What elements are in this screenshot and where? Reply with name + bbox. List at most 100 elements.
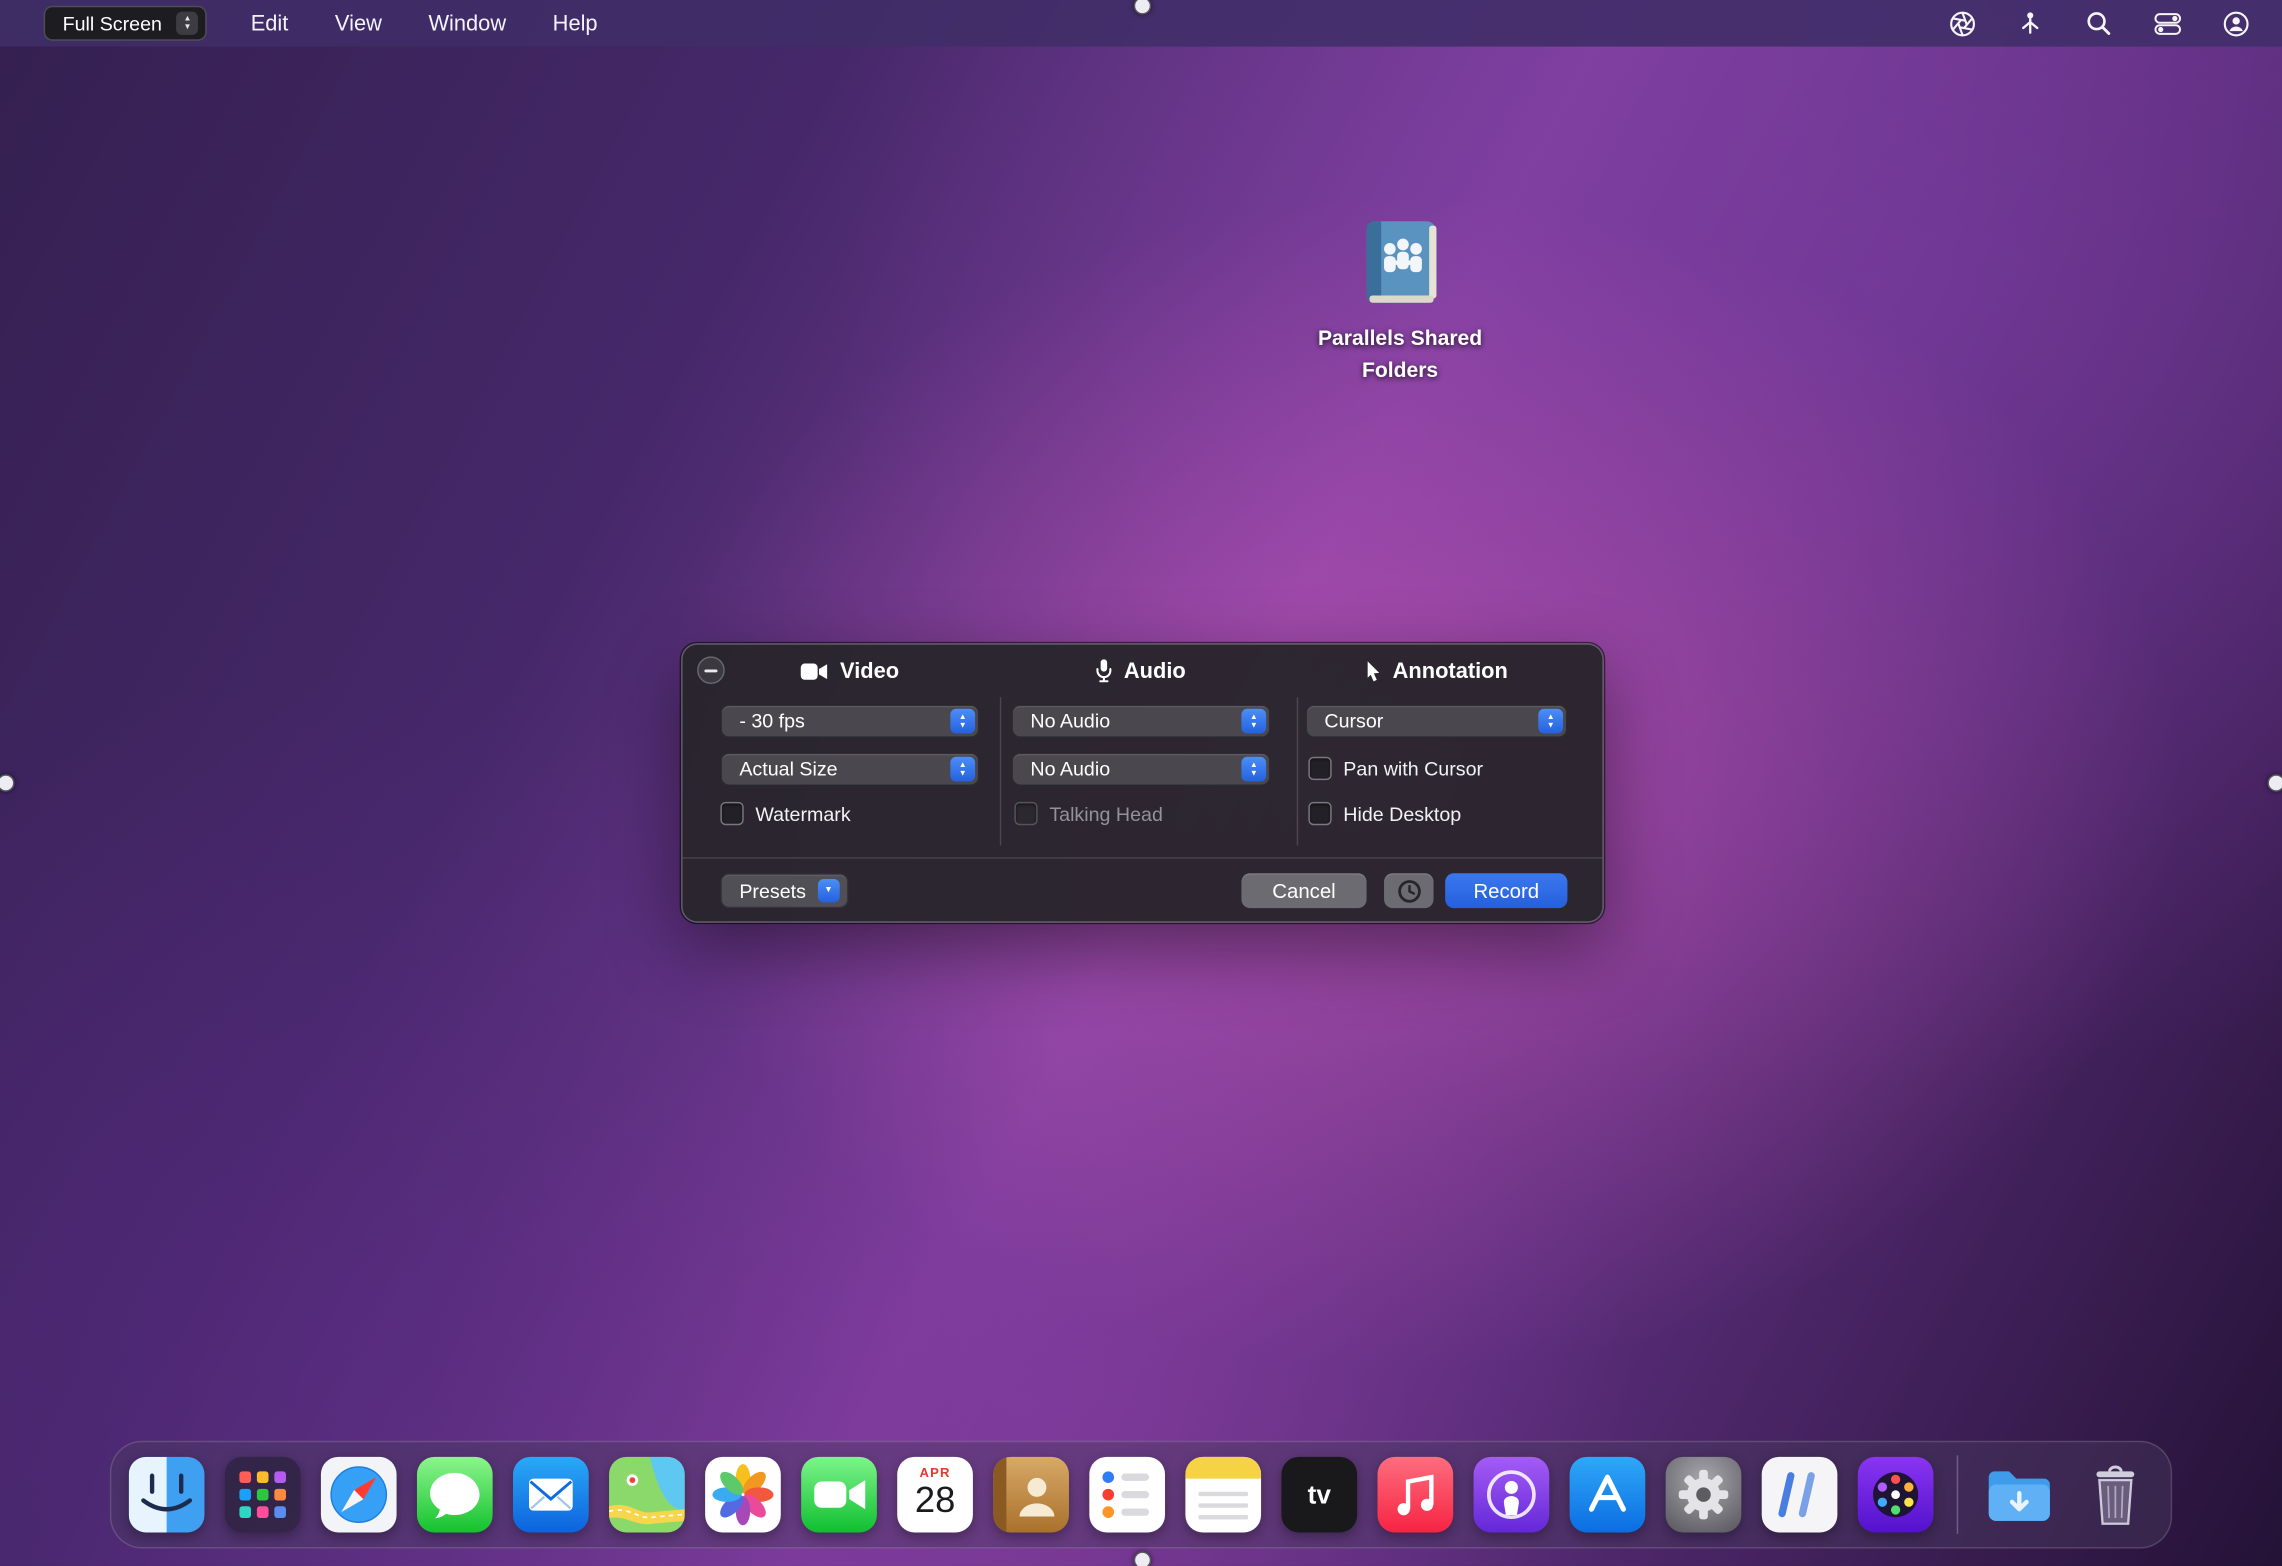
desktop-icon-parallels-shared-folders[interactable]: Parallels Shared Folders <box>1291 212 1509 387</box>
talking-head-checkbox: Talking Head <box>1014 802 1163 825</box>
annotation-cursor-dropdown[interactable]: Cursor <box>1305 704 1567 737</box>
downloads-folder-icon[interactable] <box>1981 1457 2057 1533</box>
audio-input-dropdown[interactable]: No Audio <box>1011 704 1270 737</box>
podcasts-figure <box>1474 1457 1550 1533</box>
hide-desktop-checkbox[interactable]: Hide Desktop <box>1308 802 1461 825</box>
speech-bubble <box>417 1457 493 1533</box>
app-store-icon[interactable] <box>1570 1457 1646 1533</box>
menu-window[interactable]: Window <box>428 11 506 36</box>
minus-icon <box>704 669 717 672</box>
contacts-icon[interactable] <box>993 1457 1069 1533</box>
column-divider <box>1000 697 1001 845</box>
safari-compass <box>321 1457 397 1533</box>
dock-divider <box>1957 1455 1958 1534</box>
stepper-icon <box>177 12 199 35</box>
notes-header-band <box>1185 1457 1261 1479</box>
menu-view[interactable]: View <box>335 11 382 36</box>
cursor-arrow-icon <box>1365 660 1381 682</box>
stepper-icon <box>818 879 840 902</box>
cancel-button[interactable]: Cancel <box>1241 873 1366 908</box>
stepper-icon <box>950 709 975 734</box>
antenna-glyph <box>2017 10 2043 36</box>
reminders-icon[interactable] <box>1089 1457 1165 1533</box>
capture-size-value: Actual Size <box>739 758 837 780</box>
notes-icon[interactable] <box>1185 1457 1261 1533</box>
apple-tv-icon[interactable]: tv <box>1281 1457 1357 1533</box>
fps-value: - 30 fps <box>739 710 805 732</box>
antenna-icon[interactable] <box>2016 9 2045 38</box>
presets-label: Presets <box>739 880 806 902</box>
video-section-title: Video <box>840 659 899 684</box>
region-handle-bottom[interactable] <box>1134 1551 1151 1566</box>
launchpad-grid <box>225 1457 301 1533</box>
safari-icon[interactable] <box>321 1457 397 1533</box>
desktop-wallpaper: Full Screen Edit View Window Help <box>0 0 2282 1566</box>
user-switch-icon[interactable] <box>2221 9 2250 38</box>
capture-size-dropdown[interactable]: Actual Size <box>720 752 979 785</box>
shared-folders-book-icon <box>1349 212 1451 314</box>
music-icon[interactable] <box>1377 1457 1453 1533</box>
record-label: Record <box>1473 879 1539 902</box>
video-camera-icon <box>801 661 829 680</box>
trash-can <box>2078 1457 2154 1533</box>
checkbox-box <box>1308 757 1331 780</box>
record-button[interactable]: Record <box>1445 873 1567 908</box>
region-handle-left[interactable] <box>0 774 15 791</box>
menu-edit[interactable]: Edit <box>251 11 289 36</box>
clock-icon <box>1396 878 1421 903</box>
stepper-icon <box>1241 709 1266 734</box>
video-section-header: Video <box>720 656 979 685</box>
audio-input-value: No Audio <box>1030 710 1110 732</box>
notes-lines <box>1198 1492 1247 1527</box>
timer-button[interactable] <box>1384 873 1433 908</box>
finder-icon[interactable] <box>129 1457 205 1533</box>
shutter-glyph <box>1948 9 1976 37</box>
app-store-a <box>1570 1457 1646 1533</box>
pan-with-cursor-checkbox[interactable]: Pan with Cursor <box>1308 757 1483 780</box>
facetime-icon[interactable] <box>801 1457 877 1533</box>
fps-dropdown[interactable]: - 30 fps <box>720 704 979 737</box>
stepper-icon <box>1538 709 1563 734</box>
annotation-section-header: Annotation <box>1305 656 1567 685</box>
pan-with-cursor-label: Pan with Cursor <box>1343 758 1483 780</box>
audio-section-title: Audio <box>1124 659 1186 684</box>
magnifier-glyph <box>2086 10 2112 36</box>
presets-button[interactable]: Presets <box>720 873 848 908</box>
mail-icon[interactable] <box>513 1457 589 1533</box>
launchpad-icon[interactable] <box>225 1457 301 1533</box>
parallels-bars <box>1762 1457 1838 1533</box>
spotlight-search-icon[interactable] <box>2084 9 2113 38</box>
watermark-checkbox[interactable]: Watermark <box>720 802 850 825</box>
messages-icon[interactable] <box>417 1457 493 1533</box>
audio-input2-dropdown[interactable]: No Audio <box>1011 752 1270 785</box>
facetime-camera <box>801 1457 877 1533</box>
app-menus: Edit View Window Help <box>251 11 598 36</box>
audio-input2-value: No Audio <box>1030 758 1110 780</box>
envelope <box>513 1457 589 1533</box>
finder-face <box>129 1457 205 1533</box>
map-art <box>609 1457 685 1533</box>
music-note <box>1377 1457 1453 1533</box>
screenflow-icon[interactable] <box>1858 1457 1934 1533</box>
menu-help[interactable]: Help <box>553 11 598 36</box>
trash-icon[interactable] <box>2078 1457 2154 1533</box>
calendar-icon[interactable]: APR 28 <box>897 1457 973 1533</box>
screenflow-shutter-icon[interactable] <box>1947 9 1976 38</box>
stepper-icon <box>950 757 975 782</box>
control-center-icon[interactable] <box>2152 9 2181 38</box>
watermark-label: Watermark <box>755 803 850 825</box>
full-screen-dropdown[interactable]: Full Screen <box>44 6 207 41</box>
parallels-desktop-icon[interactable] <box>1762 1457 1838 1533</box>
contacts-book <box>993 1457 1069 1533</box>
audio-section-header: Audio <box>1011 656 1270 685</box>
tv-label: tv <box>1308 1479 1331 1510</box>
annotation-section-title: Annotation <box>1393 659 1508 684</box>
maps-icon[interactable] <box>609 1457 685 1533</box>
photos-icon[interactable] <box>705 1457 781 1533</box>
system-preferences-icon[interactable] <box>1666 1457 1742 1533</box>
checkbox-box <box>1014 802 1037 825</box>
region-handle-right[interactable] <box>2267 774 2282 791</box>
podcasts-icon[interactable] <box>1474 1457 1550 1533</box>
photos-pinwheel <box>705 1457 781 1533</box>
full-screen-label: Full Screen <box>63 12 162 34</box>
